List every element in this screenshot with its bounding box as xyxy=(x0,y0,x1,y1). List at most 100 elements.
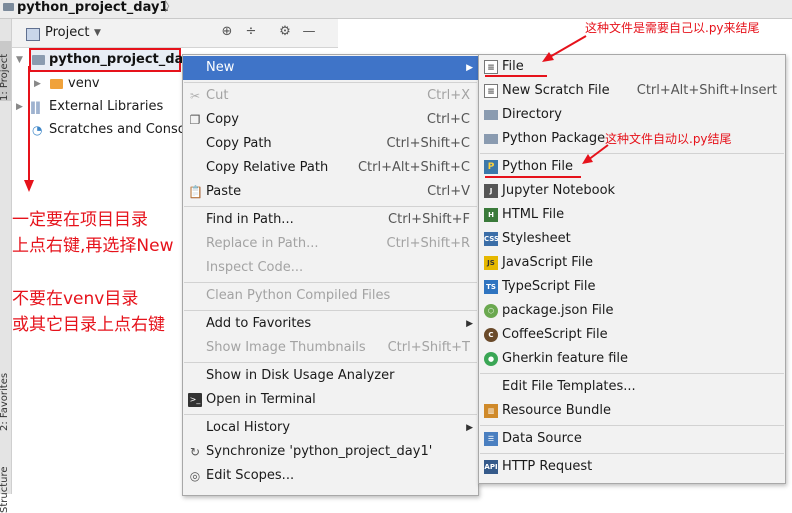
menu-item-paste[interactable]: 📋 Paste Ctrl+V xyxy=(183,180,478,204)
project-view-icon xyxy=(26,28,40,41)
menu-separator xyxy=(480,425,784,426)
new-submenu: ≡ File ≡ New Scratch File Ctrl+Alt+Shift… xyxy=(478,54,786,484)
annotation-top-note: 这种文件是需要自己以.py来结尾 xyxy=(585,21,760,35)
folder-icon xyxy=(484,110,498,120)
clipboard-icon: 📋 xyxy=(188,185,203,199)
menu-separator xyxy=(184,362,477,363)
submenu-item-javascript[interactable]: JS JavaScript File xyxy=(479,251,785,275)
tree-item-external-libraries[interactable]: ▶ ‖‖ External Libraries xyxy=(16,96,184,118)
menu-separator xyxy=(480,453,784,454)
menu-separator xyxy=(184,414,477,415)
tab-project[interactable]: 1: Project xyxy=(0,41,11,101)
menu-item-cut[interactable]: ✂ Cut Ctrl+X xyxy=(183,84,478,108)
css-icon: CSS xyxy=(484,232,499,246)
menu-item-new[interactable]: New ▶ xyxy=(183,56,478,80)
annotation-note1-line2: 上点右键,再选择New xyxy=(12,236,174,256)
package-icon xyxy=(484,134,498,144)
resource-bundle-icon: ▥ xyxy=(484,404,498,418)
python-icon: P xyxy=(484,160,498,174)
menu-item-open-terminal[interactable]: >_ Open in Terminal xyxy=(183,388,478,412)
chevron-right-icon: ▶ xyxy=(466,63,473,73)
folder-icon xyxy=(32,55,45,65)
scope-icon: ◎ xyxy=(189,469,201,483)
annotation-arrow-top xyxy=(542,35,587,62)
locate-icon[interactable]: ⊕ xyxy=(218,23,236,41)
scissors-icon: ✂ xyxy=(189,89,201,103)
submenu-item-coffeescript[interactable]: C CoffeeScript File xyxy=(479,323,785,347)
gear-icon[interactable]: ⚙ xyxy=(276,23,294,41)
menu-item-edit-scopes[interactable]: ◎ Edit Scopes... xyxy=(183,464,478,488)
menu-item-disk-usage[interactable]: Show in Disk Usage Analyzer xyxy=(183,364,478,388)
api-icon: API xyxy=(484,460,498,474)
breadcrumb: python_project_day1 〉 xyxy=(0,0,792,19)
menu-item-copy-path[interactable]: Copy Path Ctrl+Shift+C xyxy=(183,132,478,156)
menu-separator xyxy=(184,82,477,83)
terminal-icon: >_ xyxy=(188,393,202,407)
menu-separator xyxy=(184,310,477,311)
annotation-note1-line1: 一定要在项目目录 xyxy=(12,210,148,230)
submenu-item-resource-bundle[interactable]: ▥ Resource Bundle xyxy=(479,399,785,423)
submenu-item-typescript[interactable]: TS TypeScript File xyxy=(479,275,785,299)
tab-structure[interactable]: Structure xyxy=(0,451,11,513)
tree-item-venv[interactable]: ▶ venv xyxy=(30,73,180,95)
submenu-item-edit-templates[interactable]: Edit File Templates... xyxy=(479,375,785,399)
collapse-all-icon[interactable]: ÷ xyxy=(242,23,260,41)
menu-separator xyxy=(184,282,477,283)
annotation-underline-file xyxy=(485,75,547,77)
menu-item-add-to-favorites[interactable]: Add to Favorites ▶ xyxy=(183,312,478,336)
submenu-item-scratch-file[interactable]: ≡ New Scratch File Ctrl+Alt+Shift+Insert xyxy=(479,79,785,103)
submenu-item-directory[interactable]: Directory xyxy=(479,103,785,127)
folder-icon xyxy=(3,2,14,11)
submenu-item-jupyter[interactable]: J Jupyter Notebook xyxy=(479,179,785,203)
menu-item-clean-compiled[interactable]: Clean Python Compiled Files xyxy=(183,284,478,308)
submenu-item-package-json[interactable]: ⬡ package.json File xyxy=(479,299,785,323)
menu-item-find-in-path[interactable]: Find in Path... Ctrl+Shift+F xyxy=(183,208,478,232)
typescript-icon: TS xyxy=(484,280,498,294)
menu-item-inspect-code[interactable]: Inspect Code... xyxy=(183,256,478,280)
nodejs-icon: ⬡ xyxy=(484,304,498,318)
folder-icon xyxy=(50,79,63,89)
submenu-item-html[interactable]: H HTML File xyxy=(479,203,785,227)
annotation-note2-line2: 或其它目录上点右键 xyxy=(12,315,165,335)
copy-icon: ❐ xyxy=(189,113,201,127)
coffeescript-icon: C xyxy=(484,328,498,342)
annotation-arrow-down xyxy=(24,66,34,192)
menu-separator xyxy=(480,373,784,374)
chevron-right-icon: ▶ xyxy=(466,423,473,433)
submenu-item-gherkin[interactable]: ● Gherkin feature file xyxy=(479,347,785,371)
menu-item-replace-in-path[interactable]: Replace in Path... Ctrl+Shift+R xyxy=(183,232,478,256)
chevron-down-icon[interactable]: ▼ xyxy=(94,24,101,42)
refresh-icon: ↻ xyxy=(189,445,201,459)
breadcrumb-project[interactable]: python_project_day1 xyxy=(3,0,168,18)
database-icon: ☰ xyxy=(484,432,498,446)
menu-item-image-thumbnails[interactable]: Show Image Thumbnails Ctrl+Shift+T xyxy=(183,336,478,360)
file-icon: ≡ xyxy=(484,60,498,74)
tab-favorites[interactable]: 2: Favorites xyxy=(0,351,11,431)
annotation-arrow-mid xyxy=(582,144,609,164)
submenu-item-data-source[interactable]: ☰ Data Source xyxy=(479,427,785,451)
annotation-note2-line1: 不要在venv目录 xyxy=(12,289,139,309)
menu-item-local-history[interactable]: Local History ▶ xyxy=(183,416,478,440)
chevron-right-icon: ▶ xyxy=(466,319,473,329)
annotation-underline-python-file xyxy=(485,176,581,178)
html-icon: H xyxy=(484,208,498,222)
tool-window-strip: 1: Project 2: Favorites Structure xyxy=(0,19,12,513)
menu-item-synchronize[interactable]: ↻ Synchronize 'python_project_day1' xyxy=(183,440,478,464)
menu-item-copy-relative-path[interactable]: Copy Relative Path Ctrl+Alt+Shift+C xyxy=(183,156,478,180)
submenu-item-stylesheet[interactable]: CSS Stylesheet xyxy=(479,227,785,251)
panel-title[interactable]: Project xyxy=(45,24,89,42)
jupyter-icon: J xyxy=(484,184,498,198)
tree-item-scratches[interactable]: ◔ Scratches and Consoles xyxy=(30,119,184,141)
project-panel-header: Project ▼ ⊕ ÷ ⚙ — xyxy=(12,19,338,48)
hide-icon[interactable]: — xyxy=(300,23,318,41)
annotation-mid-note: 这种文件自动以.py结尾 xyxy=(605,132,732,146)
menu-separator xyxy=(480,153,784,154)
context-menu: New ▶ ✂ Cut Ctrl+X ❐ Copy Ctrl+C Copy Pa… xyxy=(182,54,479,496)
gherkin-icon: ● xyxy=(484,352,498,366)
submenu-item-http-request[interactable]: API HTTP Request xyxy=(479,455,785,479)
javascript-icon: JS xyxy=(484,256,498,270)
menu-item-copy[interactable]: ❐ Copy Ctrl+C xyxy=(183,108,478,132)
chevron-right-icon: 〉 xyxy=(164,0,178,15)
tree-item-root[interactable]: ▼ python_project_day1 xyxy=(16,49,186,71)
menu-separator xyxy=(184,206,477,207)
